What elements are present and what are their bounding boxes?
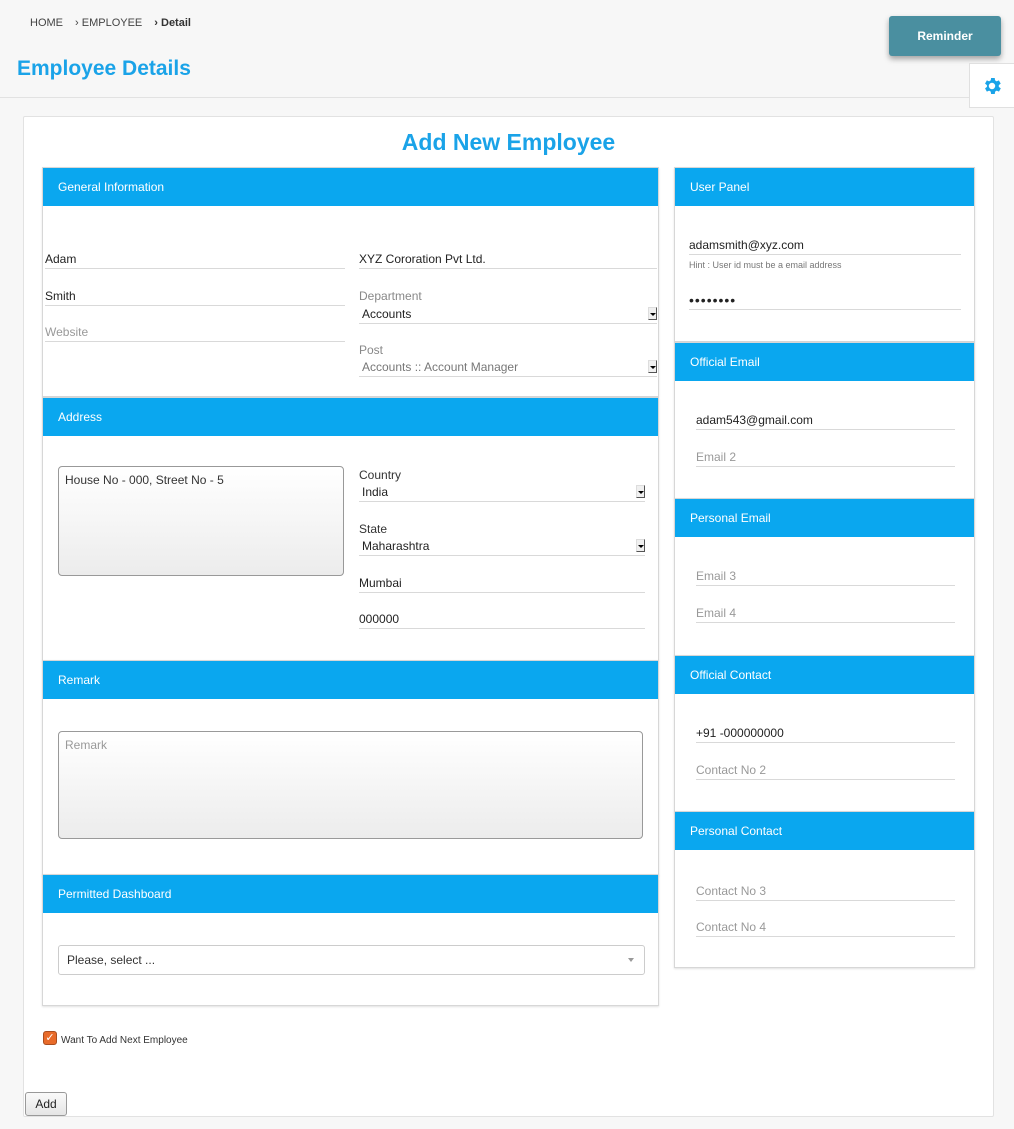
email4-field[interactable]: Email 4 — [696, 605, 955, 623]
dropdown-arrow-icon — [636, 485, 645, 498]
remark-heading: Remark — [43, 661, 658, 699]
country-label: Country — [359, 468, 402, 482]
contact3-field[interactable]: Contact No 3 — [696, 883, 955, 901]
add-next-employee-checkbox[interactable]: ✓ — [43, 1031, 57, 1045]
breadcrumb-detail: › Detail — [154, 17, 191, 29]
city-field[interactable]: Mumbai — [359, 575, 645, 593]
password-field[interactable]: •••••••• — [689, 292, 961, 310]
department-select[interactable]: Accounts — [359, 306, 657, 324]
user-id-hint: Hint : User id must be a email address — [689, 260, 842, 270]
breadcrumb-detail-label: Detail — [161, 17, 191, 29]
breadcrumb: HOME › EMPLOYEE › Detail — [30, 17, 191, 29]
user-panel: User Panel adamsmith@xyz.com Hint : User… — [674, 167, 975, 342]
user-panel-heading: User Panel — [675, 168, 974, 206]
user-id-field[interactable]: adamsmith@xyz.com — [689, 237, 961, 255]
post-label: Post — [359, 343, 384, 357]
gear-icon — [985, 77, 1001, 94]
email3-field[interactable]: Email 3 — [696, 568, 955, 586]
official-email-heading: Official Email — [675, 343, 974, 381]
remark-textarea[interactable]: Remark — [58, 731, 643, 839]
contact1-field[interactable]: +91 -000000000 — [696, 725, 955, 743]
email2-field[interactable]: Email 2 — [696, 449, 955, 467]
last-name-field[interactable]: Smith — [45, 288, 345, 306]
add-next-employee-label: Want To Add Next Employee — [61, 1035, 188, 1046]
first-name-field[interactable]: Adam — [45, 251, 345, 269]
settings-toggle[interactable] — [969, 63, 1014, 108]
post-value: Accounts :: Account Manager — [362, 360, 519, 374]
contact2-field[interactable]: Contact No 2 — [696, 762, 955, 780]
official-email-panel: Official Email adam543@gmail.com Email 2 — [674, 342, 975, 499]
official-contact-panel: Official Contact +91 -000000000 Contact … — [674, 655, 975, 812]
contact4-field[interactable]: Contact No 4 — [696, 919, 955, 937]
breadcrumb-employee-label: EMPLOYEE — [81, 17, 143, 29]
form-title: Add New Employee — [401, 129, 616, 155]
company-field[interactable]: XYZ Cororation Pvt Ltd. — [359, 251, 657, 269]
zip-field[interactable]: 000000 — [359, 611, 645, 629]
department-label: Department — [359, 289, 422, 303]
permitted-dashboard-heading: Permitted Dashboard — [43, 875, 658, 913]
dropdown-arrow-icon — [648, 360, 657, 373]
country-select[interactable]: India — [359, 484, 645, 502]
breadcrumb-home[interactable]: HOME — [30, 17, 63, 29]
top-bar: HOME › EMPLOYEE › Detail Employee Detail… — [0, 0, 1014, 98]
breadcrumb-employee[interactable]: › EMPLOYEE — [75, 17, 142, 29]
post-select[interactable]: Accounts :: Account Manager — [359, 359, 657, 377]
permitted-dashboard-panel: Permitted Dashboard Please, select ... — [42, 874, 659, 1006]
personal-email-heading: Personal Email — [675, 499, 974, 537]
dropdown-arrow-icon — [648, 307, 657, 320]
department-value: Accounts — [362, 307, 412, 321]
website-field[interactable]: Website — [45, 324, 345, 342]
dashboard-select-placeholder: Please, select ... — [67, 953, 156, 967]
general-information-panel: General Information Adam Smith Website X… — [42, 167, 659, 397]
reminder-button[interactable]: Reminder — [889, 16, 1001, 56]
chevron-down-icon — [628, 958, 634, 962]
add-button[interactable]: Add — [25, 1092, 67, 1116]
personal-email-panel: Personal Email Email 3 Email 4 — [674, 498, 975, 656]
country-value: India — [362, 485, 389, 499]
address-panel: Address House No - 000, Street No - 5 Co… — [42, 397, 659, 661]
state-label: State — [359, 522, 388, 536]
personal-contact-panel: Personal Contact Contact No 3 Contact No… — [674, 811, 975, 968]
email1-field[interactable]: adam543@gmail.com — [696, 412, 955, 430]
remark-panel: Remark Remark — [42, 660, 659, 876]
official-contact-heading: Official Contact — [675, 656, 974, 694]
dropdown-arrow-icon — [636, 539, 645, 552]
address-heading: Address — [43, 398, 658, 436]
page-title: Employee Details — [17, 57, 191, 80]
state-select[interactable]: Maharashtra — [359, 538, 645, 556]
street-address-textarea[interactable]: House No - 000, Street No - 5 — [58, 466, 344, 576]
personal-contact-heading: Personal Contact — [675, 812, 974, 850]
general-information-heading: General Information — [43, 168, 658, 206]
dashboard-select[interactable]: Please, select ... — [58, 945, 645, 975]
state-value: Maharashtra — [362, 539, 430, 553]
